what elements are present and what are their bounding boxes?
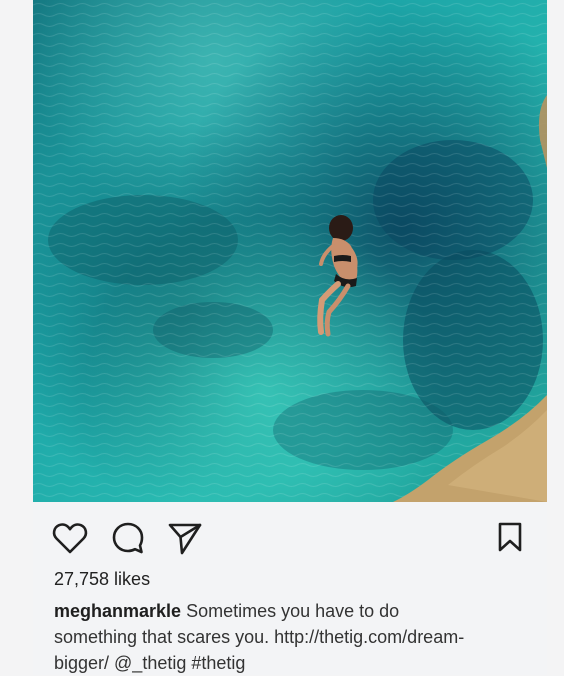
cliff-diver-image [33,0,547,502]
caption-line-2[interactable]: something that scares you. http://thetig… [54,624,534,650]
bookmark-icon[interactable] [497,521,523,553]
caption-username[interactable]: meghanmarkle [54,601,181,621]
likes-count[interactable]: 27,758 likes [54,568,150,590]
instagram-post: 27,758 likes meghanmarkle Sometimes you … [33,0,547,675]
comment-icon[interactable] [111,521,145,555]
caption-line-3[interactable]: bigger/ @_thetig #thetig [54,650,534,676]
post-action-bar [33,516,547,558]
post-photo[interactable] [33,0,547,502]
post-caption: meghanmarkle Sometimes you have to do so… [54,598,534,676]
caption-line-1: meghanmarkle Sometimes you have to do [54,598,534,624]
caption-text-1: Sometimes you have to do [181,601,400,621]
send-icon[interactable] [167,520,203,556]
heart-icon[interactable] [52,522,88,554]
